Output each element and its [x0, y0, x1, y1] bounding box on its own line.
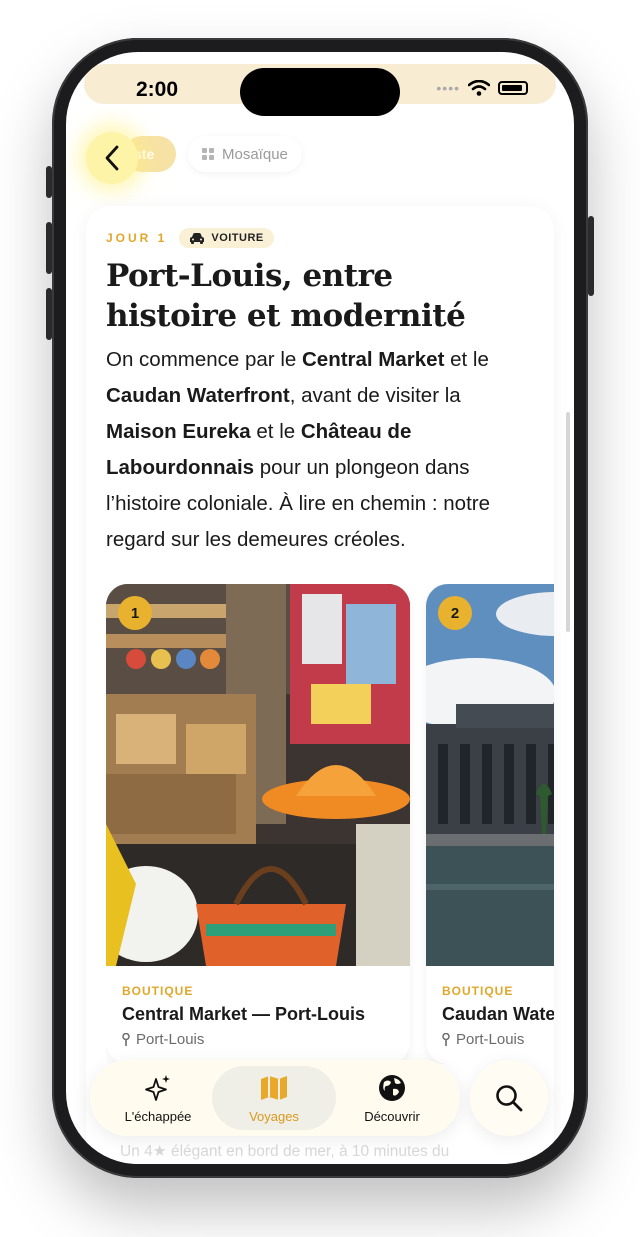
map-icon	[261, 1075, 287, 1100]
transport-label: VOITURE	[211, 232, 264, 244]
place-location-text: Port-Louis	[456, 1031, 525, 1048]
desc-text: et le	[444, 348, 489, 371]
status-icons: ••••	[436, 80, 528, 96]
grid-icon	[202, 148, 214, 160]
chevron-left-icon	[105, 145, 119, 171]
scroll-indicator[interactable]	[566, 412, 570, 632]
tab-echappee[interactable]: L'échappée	[96, 1066, 220, 1130]
sparkles-icon	[145, 1074, 170, 1101]
tab-decouvrir[interactable]: Découvrir	[330, 1066, 454, 1130]
pin-icon	[122, 1032, 130, 1046]
volume-up-button	[46, 222, 52, 274]
desc-place-link[interactable]: Central Market	[302, 348, 444, 371]
day-header: JOUR 1 VOITURE	[106, 228, 274, 248]
back-button[interactable]	[86, 132, 138, 184]
desc-text: , avant de visiter la	[289, 384, 461, 407]
search-button[interactable]	[470, 1060, 548, 1136]
place-category: BOUTIQUE	[442, 984, 514, 998]
desc-text: et le	[250, 420, 301, 443]
dynamic-island	[240, 68, 400, 116]
tab-label: L'échappée	[124, 1108, 192, 1124]
place-photo-market: 1	[106, 584, 410, 966]
desc-text: On commence par le	[106, 348, 302, 371]
place-info: BOUTIQUE Central Market — Port-Louis Por…	[122, 984, 410, 1048]
transport-badge: VOITURE	[179, 228, 274, 248]
below-fold-text: Un 4★ élégant en bord de mer, à 10 minut…	[120, 1143, 450, 1160]
search-icon	[496, 1085, 523, 1112]
place-number-badge: 2	[438, 596, 472, 630]
place-card[interactable]: 2 BOUTIQUE Caudan Waterfront Port-Louis	[426, 584, 554, 1064]
day-description: On commence par le Central Market et le …	[106, 342, 536, 558]
day-card: JOUR 1 VOITURE Port-Louis, entre histoir…	[86, 206, 554, 1164]
place-number-badge: 1	[118, 596, 152, 630]
place-location-text: Port-Louis	[136, 1031, 205, 1048]
mosaique-label: Mosaïque	[222, 145, 288, 163]
tab-bar: L'échappée Voyages Découvrir	[90, 1060, 460, 1136]
tab-label: Découvrir	[364, 1108, 420, 1124]
desc-place-link[interactable]: Maison Eureka	[106, 420, 251, 443]
signal-icon: ••••	[436, 80, 460, 96]
pin-icon	[442, 1032, 450, 1046]
day-title: Port-Louis, entre histoire et modernité	[106, 258, 466, 334]
mute-switch	[46, 166, 52, 198]
place-photo-waterfront: 2	[426, 584, 554, 966]
tab-label: Voyages	[249, 1108, 299, 1124]
place-card[interactable]: 1 BOUTIQUE Central Market — Port-Louis P…	[106, 584, 410, 1064]
place-location: Port-Louis	[442, 1031, 554, 1048]
battery-icon	[498, 81, 528, 95]
screen: 2:00 •••• ste Mosaïque JOUR 1 VOITURE Po…	[66, 52, 574, 1164]
car-icon	[190, 233, 205, 244]
tab-voyages[interactable]: Voyages	[212, 1066, 336, 1130]
power-button	[588, 216, 594, 296]
mosaique-view-button[interactable]: Mosaïque	[188, 136, 302, 172]
desc-place-link[interactable]: Caudan Waterfront	[106, 384, 290, 407]
wifi-icon	[468, 80, 490, 96]
volume-down-button	[46, 288, 52, 340]
place-info: BOUTIQUE Caudan Waterfront Port-Louis	[442, 984, 554, 1048]
status-time: 2:00	[136, 78, 179, 101]
globe-icon	[379, 1074, 405, 1101]
place-location: Port-Louis	[122, 1031, 410, 1048]
place-name: Caudan Waterfront	[442, 1004, 554, 1024]
place-category: BOUTIQUE	[122, 984, 194, 998]
day-label: JOUR 1	[106, 231, 168, 245]
place-name: Central Market — Port-Louis	[122, 1004, 366, 1024]
places-carousel[interactable]: 1 BOUTIQUE Central Market — Port-Louis P…	[106, 584, 554, 1064]
